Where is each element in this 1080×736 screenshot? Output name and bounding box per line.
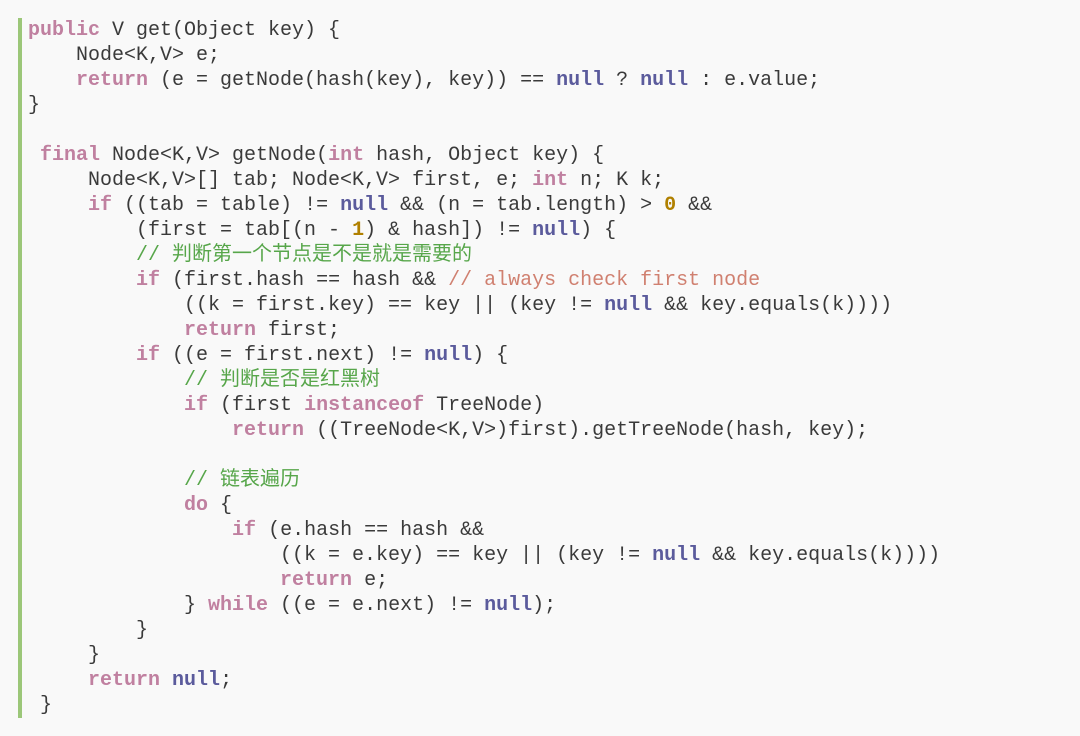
code-token <box>28 69 76 92</box>
code-token: } <box>28 594 208 617</box>
code-token: (first <box>208 394 304 417</box>
code-token: && <box>676 194 712 217</box>
code-token: null <box>172 669 220 692</box>
code-token: while <box>208 594 268 617</box>
code-token: null <box>484 594 532 617</box>
code-token: int <box>532 169 568 192</box>
code-token: null <box>604 294 652 317</box>
code-token: (e.hash == hash && <box>256 519 484 542</box>
code-token: ((TreeNode<K,V>)first).getTreeNode(hash,… <box>304 419 868 442</box>
code-token: if <box>136 344 160 367</box>
code-token: if <box>184 394 208 417</box>
code-token: return <box>184 319 256 342</box>
code-token: (e = getNode(hash(key), key)) == <box>148 69 556 92</box>
code-token: && key.equals(k)))) <box>652 294 892 317</box>
code-token <box>28 344 136 367</box>
code-token: ((k = e.key) == key || (key != <box>28 544 652 567</box>
code-token: null <box>640 69 688 92</box>
code-snippet: public V get(Object key) { Node<K,V> e; … <box>18 18 1080 718</box>
code-token: { <box>208 494 232 517</box>
code-token: ) & hash]) != <box>364 219 532 242</box>
code-token: if <box>136 269 160 292</box>
code-token: 0 <box>664 194 676 217</box>
code-token: (first = tab[(n - <box>28 219 352 242</box>
code-token: TreeNode) <box>424 394 544 417</box>
code-token: && key.equals(k)))) <box>700 544 940 567</box>
code-token: } <box>28 694 52 717</box>
code-token: ((tab = table) != <box>112 194 340 217</box>
code-token: // always check first node <box>448 269 760 292</box>
code-token <box>28 669 88 692</box>
code-token: ((e = first.next) != <box>160 344 424 367</box>
code-token: null <box>424 344 472 367</box>
code-token <box>28 369 184 392</box>
code-token: return <box>76 69 148 92</box>
code-token <box>160 669 172 692</box>
code-token: // 判断第一个节点是不是就是需要的 <box>136 244 472 267</box>
code-token: if <box>88 194 112 217</box>
code-token: ) { <box>472 344 508 367</box>
code-token: : e.value; <box>688 69 820 92</box>
code-token: return <box>88 669 160 692</box>
code-token: null <box>340 194 388 217</box>
code-token: && (n = tab.length) > <box>388 194 664 217</box>
code-token: } <box>28 94 40 117</box>
code-token: return <box>232 419 304 442</box>
code-token: first; <box>256 319 340 342</box>
code-token: null <box>556 69 604 92</box>
code-token: hash, Object key) { <box>364 144 604 167</box>
code-token: null <box>652 544 700 567</box>
code-token: Node<K,V>[] tab; Node<K,V> first, e; <box>28 169 532 192</box>
code-token: ? <box>604 69 640 92</box>
code-token: null <box>532 219 580 242</box>
code-token <box>28 419 232 442</box>
code-token <box>28 319 184 342</box>
code-token: } <box>28 619 148 642</box>
code-token: ((e = e.next) != <box>268 594 484 617</box>
code-token: 1 <box>352 219 364 242</box>
code-token: public <box>28 19 100 42</box>
code-token: (first.hash == hash && <box>160 269 448 292</box>
code-token: // 判断是否是红黑树 <box>184 369 380 392</box>
code-token <box>28 269 136 292</box>
code-token: Node<K,V> getNode( <box>100 144 328 167</box>
code-token <box>28 569 280 592</box>
code-token: int <box>328 144 364 167</box>
code-token <box>28 494 184 517</box>
code-pre: public V get(Object key) { Node<K,V> e; … <box>28 18 1080 718</box>
code-token: ) { <box>580 219 616 242</box>
code-token: Node<K,V> e; <box>28 44 220 67</box>
code-token: if <box>232 519 256 542</box>
code-token: ); <box>532 594 556 617</box>
code-token <box>28 144 40 167</box>
code-token: // 链表遍历 <box>184 469 300 492</box>
code-token: do <box>184 494 208 517</box>
code-token <box>28 244 136 267</box>
code-token: final <box>40 144 100 167</box>
code-token <box>28 519 232 542</box>
code-token: ((k = first.key) == key || (key != <box>28 294 604 317</box>
code-token: n; K k; <box>568 169 664 192</box>
code-token: } <box>28 644 100 667</box>
code-token: V get(Object key) { <box>100 19 340 42</box>
code-token: ; <box>220 669 232 692</box>
code-token: e; <box>352 569 388 592</box>
code-token <box>28 469 184 492</box>
code-token: return <box>280 569 352 592</box>
code-token: instanceof <box>304 394 424 417</box>
code-token <box>28 394 184 417</box>
code-token <box>28 194 88 217</box>
